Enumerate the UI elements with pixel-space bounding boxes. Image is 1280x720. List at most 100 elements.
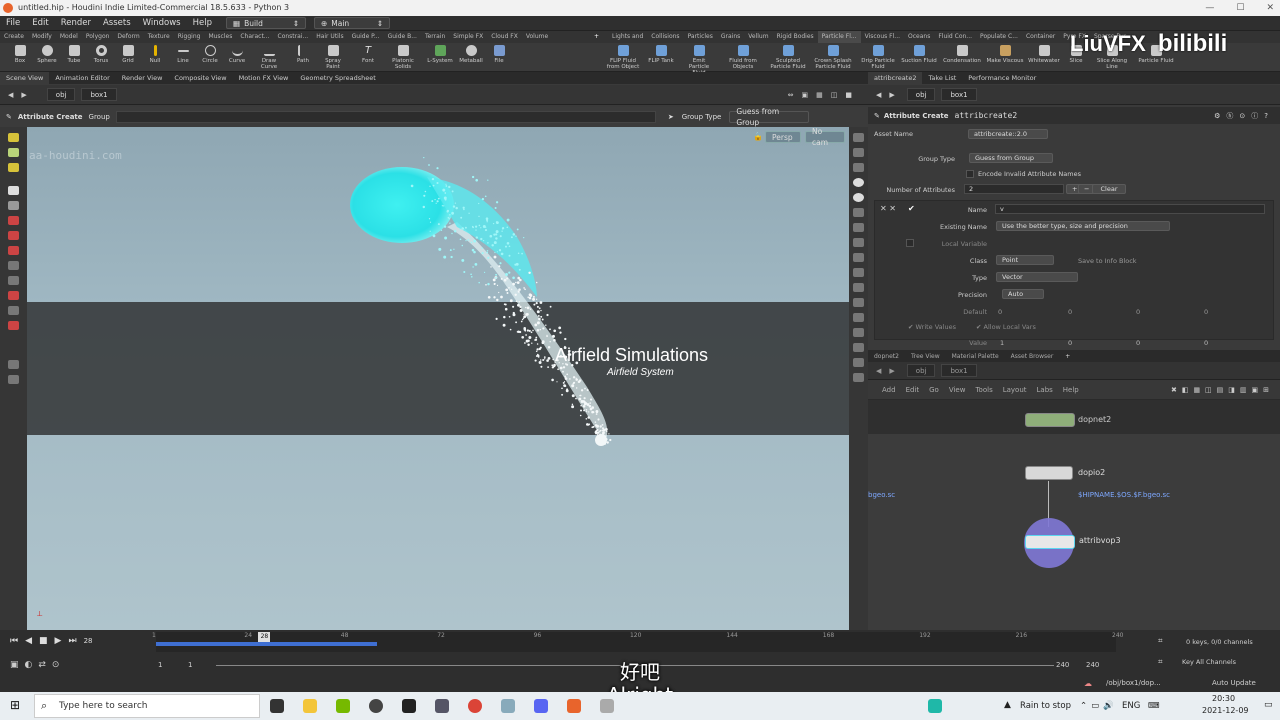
tool-crown-splash[interactable]: Crown Splash Particle Fluid [812,45,854,70]
weather-text[interactable]: Rain to stop [1020,701,1071,711]
add-shelf-icon[interactable]: + [590,31,600,43]
tab-attribcreate[interactable]: attribcreate2 [868,72,923,84]
tool-condensation[interactable]: Condensation [942,45,982,64]
net-path-node[interactable]: box1 [941,364,977,377]
launcher-icon[interactable] [928,699,942,713]
shelf-tab[interactable]: Create [0,31,28,43]
connectivity-icon[interactable] [8,291,19,300]
maps-icon[interactable] [402,699,416,713]
tool-tube[interactable]: Tube [59,45,89,64]
pose-tool-icon[interactable] [8,163,19,172]
menu-assets[interactable]: Assets [97,16,137,31]
tool-flip-tank[interactable]: FLIP Tank [644,45,678,64]
light-icon[interactable] [8,375,19,384]
tool-font[interactable]: T Font [353,45,383,64]
group-input[interactable] [115,111,656,123]
shelf-tab[interactable]: Hair Utils [312,31,347,43]
tool-curve[interactable]: Curve [222,45,252,64]
tool-torus[interactable]: Torus [86,45,116,64]
desktop-select[interactable]: ▦ Build ⇕ [225,17,306,29]
frame-field[interactable]: 28 [84,637,108,645]
maximize-button[interactable]: ☐ [1236,0,1244,16]
net-menu-go[interactable]: Go [929,386,939,394]
snap-icon[interactable] [8,216,19,225]
shelf-tab[interactable]: Rigging [174,31,205,43]
wireframe-icon[interactable] [853,193,864,202]
tab-motion-fx[interactable]: Motion FX View [233,72,295,84]
existing-name-select[interactable]: Use the better type, size and precision [996,221,1170,231]
tab-dopnet[interactable]: dopnet2 [868,353,905,360]
tab-take-list[interactable]: Take List [922,72,962,84]
precision-select[interactable]: Auto [1002,289,1044,299]
menu-render[interactable]: Render [55,16,97,31]
minimize-button[interactable]: — [1205,0,1214,16]
tab-geometry-spreadsheet[interactable]: Geometry Spreadsheet [294,72,381,84]
net-path-root[interactable]: obj [906,364,936,377]
tab-composite-view[interactable]: Composite View [168,72,232,84]
shelf-tab[interactable]: Simple FX [449,31,487,43]
value-w[interactable]: 0 [1204,339,1208,347]
shelf-tab[interactable]: Volume [522,31,552,43]
menu-help[interactable]: Help [187,16,218,31]
node-dopnet2[interactable] [1025,413,1075,427]
group-type-select[interactable]: Guess from Group [969,153,1053,163]
shelf-tab[interactable]: Polygon [82,31,114,43]
vector-display-icon[interactable] [853,328,864,337]
shelf-tab[interactable]: Vellum [744,31,772,43]
display-options-icon[interactable] [853,133,864,142]
tab-performance-monitor[interactable]: Performance Monitor [962,72,1042,84]
tool-platonic[interactable]: Platonic Solids [388,45,418,70]
select-tool-icon[interactable] [8,186,19,195]
language-indicator[interactable]: ENG [1122,701,1140,711]
select-arrow-icon[interactable]: ➤ [668,113,674,121]
value-y[interactable]: 0 [1068,339,1072,347]
background-icon[interactable] [853,313,864,322]
scene-viewport[interactable]: aa-houdini.com Persp No cam 🔒 Airfield S… [27,127,849,630]
tray-icons[interactable]: ⌃▭🔊 [1080,701,1118,711]
tool-file[interactable]: File [484,45,514,64]
asset-name-select[interactable]: attribcreate::2.0 [968,129,1048,139]
boundary-icon[interactable] [8,306,19,315]
encode-checkbox[interactable] [966,170,974,178]
tool-make-viscous[interactable]: Make Viscous [986,45,1024,64]
back-arrow-icon[interactable]: ◀ [8,91,13,99]
forward-arrow-icon[interactable]: ▶ [889,91,894,99]
guide-icon[interactable] [853,343,864,352]
tab-tree-view[interactable]: Tree View [905,353,946,360]
houdini-taskbar-icon[interactable] [567,699,581,713]
view-tool-icon[interactable] [8,148,19,157]
app-icon[interactable] [435,699,449,713]
shelf-tab[interactable]: Viscous Fl... [861,31,904,43]
add-tab-icon[interactable]: + [1059,353,1076,360]
points-icon[interactable] [853,208,864,217]
network-tools-icon[interactable]: ✖◧▦◫▤◨▥▣⊞ [1171,386,1274,394]
tool-spray-paint[interactable]: Spray Paint [318,45,348,70]
menu-edit[interactable]: Edit [26,16,54,31]
menu-windows[interactable]: Windows [137,16,187,31]
tool-whitewater[interactable]: Whitewater [1026,45,1062,64]
tool-grid[interactable]: Grid [113,45,143,64]
snapshot-icon[interactable] [853,358,864,367]
shelf-tab[interactable]: Rigid Bodies [773,31,818,43]
shelf-tab[interactable]: Fluid Con... [934,31,976,43]
shelf-tab[interactable]: Populate C... [976,31,1022,43]
chrome-icon[interactable] [468,699,482,713]
path-root[interactable]: obj [46,88,76,101]
net-menu-view[interactable]: View [949,386,966,394]
shelf-tab[interactable]: Cloud FX [487,31,522,43]
home-icon[interactable] [853,253,864,262]
path-root[interactable]: obj [906,88,936,101]
net-menu-add[interactable]: Add [882,386,896,394]
value-z[interactable]: 0 [1136,339,1140,347]
shelf-tab[interactable]: Deform [113,31,143,43]
path-node[interactable]: box1 [941,88,977,101]
tab-scene-view[interactable]: Scene View [0,72,50,84]
tool-null[interactable]: Null [140,45,170,64]
taskbar-search[interactable]: ⌕ Type here to search [34,694,260,718]
allow-local-label[interactable]: ✔ Allow Local Vars [976,323,1036,331]
lock-view-icon[interactable] [853,163,864,172]
node-dopio2[interactable] [1025,466,1073,480]
default-z[interactable]: 0 [1136,308,1140,316]
tool-lsystem[interactable]: L-System [425,45,455,64]
net-menu-tools[interactable]: Tools [975,386,992,394]
